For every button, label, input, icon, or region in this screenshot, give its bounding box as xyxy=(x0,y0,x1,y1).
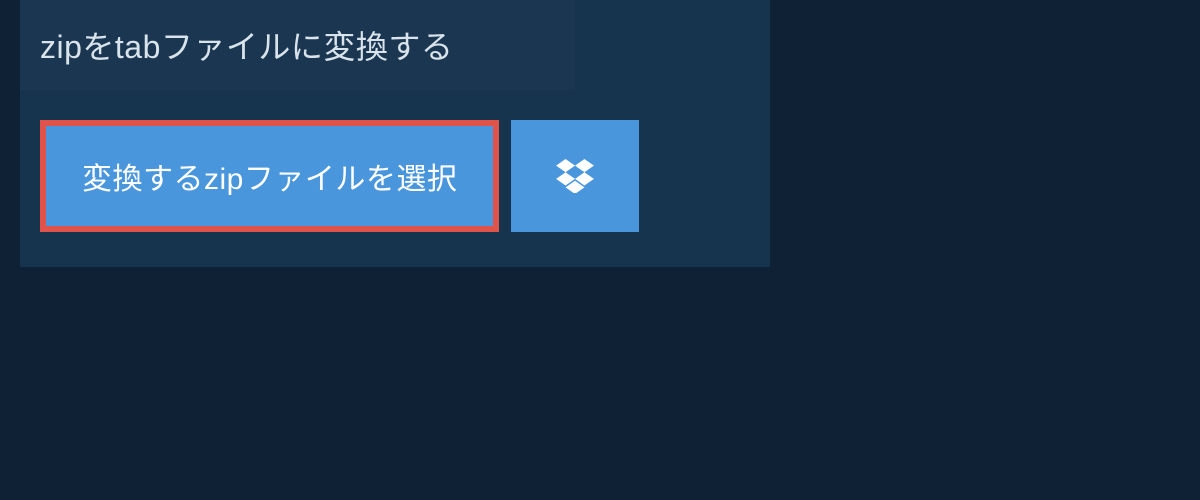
page-title: zipをtabファイルに変換する xyxy=(40,22,555,68)
dropbox-button[interactable] xyxy=(511,120,639,232)
dropbox-icon xyxy=(556,159,594,193)
converter-panel: zipをtabファイルに変換する 変換するzipファイルを選択 xyxy=(20,0,770,267)
header-bar: zipをtabファイルに変換する xyxy=(20,0,575,90)
button-row: 変換するzipファイルを選択 xyxy=(20,90,770,232)
select-file-button[interactable]: 変換するzipファイルを選択 xyxy=(40,120,499,232)
